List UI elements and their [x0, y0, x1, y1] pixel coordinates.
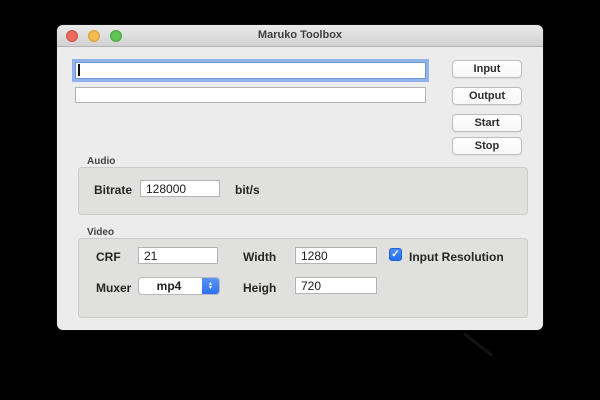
bitrate-unit-label: bit/s — [235, 183, 260, 197]
input-path-field[interactable] — [75, 62, 426, 79]
app-window: Maruko Toolbox Input Output Start Stop A… — [57, 25, 543, 330]
height-field[interactable] — [295, 277, 377, 294]
input-button[interactable]: Input — [452, 60, 522, 78]
width-field[interactable] — [295, 247, 377, 264]
chevron-down-icon: ▼ — [208, 285, 213, 291]
muxer-label: Muxer — [96, 281, 132, 295]
window-title: Maruko Toolbox — [257, 29, 343, 41]
check-icon: ✓ — [391, 249, 400, 260]
cursor-smudge — [462, 332, 494, 357]
input-resolution-checkbox[interactable]: ✓ — [389, 248, 402, 261]
audio-group-box: Bitrate bit/s — [78, 167, 528, 215]
text-caret — [78, 64, 80, 76]
audio-group-label: Audio — [87, 156, 116, 167]
bitrate-label: Bitrate — [94, 183, 133, 197]
stop-button[interactable]: Stop — [452, 137, 522, 155]
crf-field[interactable] — [138, 247, 218, 264]
output-path-field[interactable] — [75, 87, 426, 103]
crf-label: CRF — [96, 250, 121, 264]
input-resolution-label: Input Resolution — [409, 250, 504, 264]
dropdown-stepper-icon: ▲ ▼ — [202, 278, 219, 294]
width-label: Width — [243, 250, 277, 264]
muxer-selected-value: mp4 — [156, 279, 182, 293]
output-button[interactable]: Output — [452, 87, 522, 105]
start-button[interactable]: Start — [452, 114, 522, 132]
muxer-dropdown[interactable]: mp4 ▲ ▼ — [138, 277, 220, 295]
desktop: { "window": { "title": "Maruko Toolbox" … — [0, 0, 600, 400]
video-group-box: CRF Width ✓ Input Resolution Muxer mp4 ▲… — [78, 238, 528, 318]
video-group-label: Video — [87, 227, 115, 238]
title-bar[interactable]: Maruko Toolbox — [57, 25, 543, 47]
bitrate-field[interactable] — [140, 180, 220, 197]
height-label: Heigh — [243, 281, 277, 295]
